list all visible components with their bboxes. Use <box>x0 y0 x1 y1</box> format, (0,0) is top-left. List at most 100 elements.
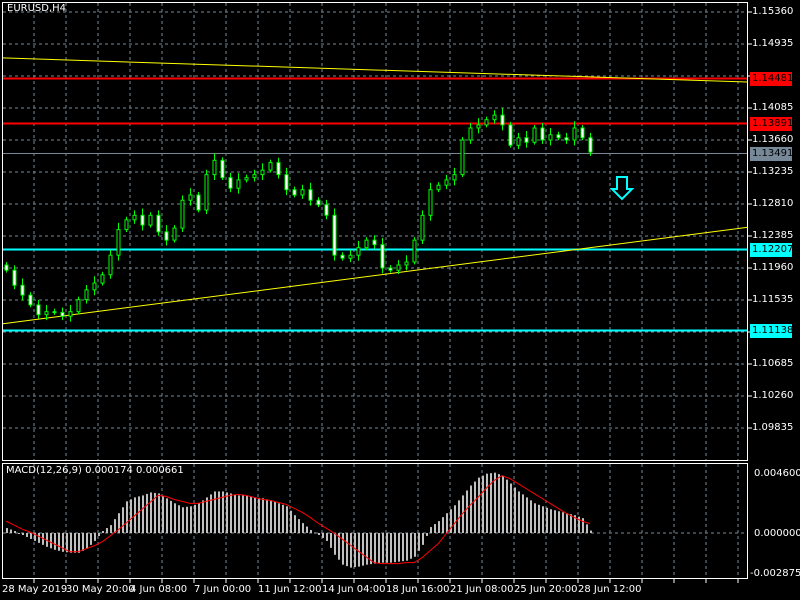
bear-candle-body <box>588 137 593 153</box>
candle <box>52 308 57 315</box>
candle <box>4 261 9 273</box>
bear-candle-body <box>324 204 329 216</box>
bull-candle-body <box>124 219 129 231</box>
candle <box>580 124 585 141</box>
time-label: 14 Jun 04:00 <box>322 584 386 595</box>
macd-bar <box>422 533 424 545</box>
macd-bar <box>258 497 260 533</box>
bull-candle-body <box>44 311 49 316</box>
bull-candle-body <box>172 227 177 241</box>
bear-candle-body <box>292 189 297 196</box>
bull-candle-body <box>268 162 273 171</box>
macd-bar <box>306 526 308 533</box>
trendlines[interactable] <box>2 57 748 325</box>
macd-bar <box>550 509 552 533</box>
macd-bar <box>514 487 516 533</box>
bull-candle-body <box>492 114 497 121</box>
macd-bar <box>490 473 492 533</box>
macd-bar <box>58 533 60 551</box>
bear-candle-body <box>388 267 393 271</box>
macd-bar <box>330 533 332 548</box>
bull-candle-body <box>212 159 217 176</box>
candle <box>92 276 97 296</box>
macd-bar <box>294 515 296 533</box>
candle <box>444 175 449 190</box>
macd-bar <box>542 506 544 533</box>
bear-candle-body <box>380 244 385 269</box>
macd-bar <box>262 498 264 533</box>
bull-candle-body <box>572 127 577 141</box>
candle <box>556 131 561 141</box>
bull-candle-body <box>148 214 153 226</box>
candle <box>452 167 457 186</box>
bull-candle-body <box>516 137 521 146</box>
bull-candle-body <box>436 184 441 191</box>
level-tag-bid: 1.13491 <box>750 146 794 161</box>
macd-bar <box>246 495 248 533</box>
macd-bar <box>278 503 280 533</box>
time-label: 28 Jun 12:00 <box>578 584 642 595</box>
macd-bar <box>414 533 416 557</box>
macd-bar <box>390 533 392 563</box>
main-pane-border <box>2 2 748 461</box>
macd-bar <box>234 494 236 533</box>
candle <box>68 304 73 322</box>
macd-bar <box>494 472 496 533</box>
macd-axis-label: -0.002875 <box>750 568 800 579</box>
candle <box>116 222 121 261</box>
bull-candle-body <box>364 239 369 249</box>
bear-candle-body <box>12 269 17 286</box>
candle <box>156 210 161 236</box>
macd-bar <box>362 533 364 566</box>
bull-candle-body <box>412 239 417 263</box>
macd-bar <box>26 533 28 537</box>
down-arrow-icon[interactable] <box>609 176 635 201</box>
macd-bar <box>162 495 164 533</box>
time-label: 21 Jun 08:00 <box>450 584 514 595</box>
macd-bar <box>6 528 8 533</box>
bull-candle-body <box>476 124 481 129</box>
macd-bar <box>66 533 68 553</box>
macd-bar <box>482 475 484 533</box>
price-label: 1.15360 <box>752 6 794 17</box>
bear-candle-body <box>60 311 65 317</box>
price-label: 1.10685 <box>752 358 794 369</box>
macd-bar <box>446 513 448 533</box>
bear-candle-body <box>284 174 289 191</box>
time-label: 7 Jun 00:00 <box>194 584 252 595</box>
bear-candle-body <box>372 239 377 246</box>
candle <box>420 210 425 245</box>
macd-axis-label: 0.000000 <box>754 528 800 539</box>
macd-bar <box>474 481 476 533</box>
bull-candle-body <box>132 214 137 221</box>
price-chart[interactable] <box>0 0 800 600</box>
candle <box>60 307 65 321</box>
bull-candle-body <box>428 189 433 216</box>
candle <box>100 271 105 286</box>
candle <box>236 173 241 194</box>
bull-candle-body <box>444 179 449 186</box>
candle <box>364 237 369 251</box>
bear-candle-body <box>276 162 281 176</box>
macd-bar <box>366 533 368 565</box>
bear-candle-body <box>316 199 321 206</box>
time-label: 4 Jun 08:00 <box>130 584 188 595</box>
macd-bar <box>126 501 128 533</box>
bull-candle-body <box>404 261 409 266</box>
macd-bar <box>150 492 152 533</box>
macd-bar <box>82 533 84 551</box>
macd-bar <box>478 477 480 533</box>
candle <box>572 121 577 146</box>
macd-bar <box>358 533 360 567</box>
macd-bar <box>130 499 132 533</box>
candle <box>76 296 81 315</box>
candle <box>308 182 313 206</box>
macd-bar <box>110 525 112 533</box>
candle <box>412 237 417 265</box>
macd-bar <box>182 507 184 533</box>
macd-bar <box>498 474 500 533</box>
macd-bar <box>190 506 192 533</box>
macd-bar <box>314 532 316 534</box>
macd-bar <box>506 479 508 533</box>
macd-bar <box>142 495 144 533</box>
